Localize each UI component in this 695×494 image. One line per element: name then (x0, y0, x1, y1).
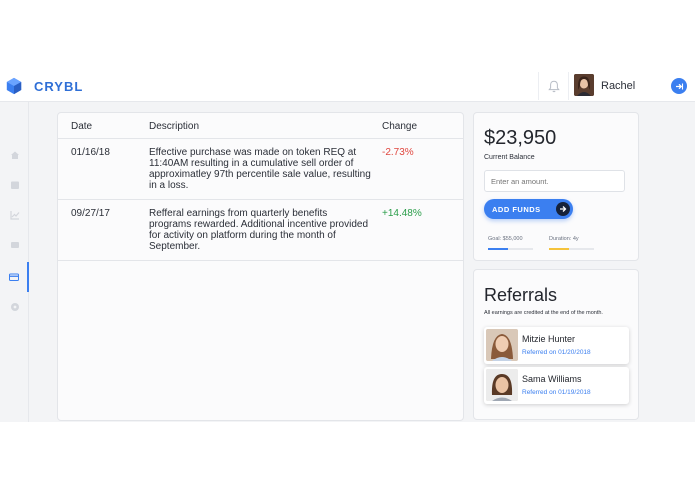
top-bar: CRYBL Rachel (0, 70, 695, 102)
duration-progress-bar (549, 248, 594, 250)
referrals-subtitle: All earnings are credited at the end of … (484, 310, 603, 316)
duration-label: Duration: 4y (549, 236, 579, 242)
referral-date: Referred on 01/19/2018 (522, 389, 591, 396)
sidebar-item-calendar[interactable] (0, 170, 29, 200)
logo-icon (6, 77, 22, 95)
app-window: CRYBL Rachel Date Description Change 01/… (0, 70, 695, 422)
message-icon (10, 242, 19, 248)
row-date: 01/16/18 (71, 147, 110, 158)
referrals-card: Referrals All earnings are credited at t… (473, 269, 639, 420)
bell-icon[interactable] (548, 80, 560, 93)
sidebar-item-wallet[interactable] (0, 262, 29, 292)
list-item[interactable]: Mitzie Hunter Referred on 01/20/2018 (484, 327, 629, 364)
sign-out-icon (675, 83, 683, 89)
app-name[interactable]: CRYBL (34, 79, 83, 94)
home-icon (10, 151, 19, 159)
sidebar-item-messages[interactable] (0, 230, 29, 260)
row-change: +14.48% (382, 208, 422, 219)
divider (568, 72, 569, 100)
globe-icon (10, 303, 19, 311)
row-description: Refferal earnings from quarterly benefit… (149, 208, 369, 252)
chart-icon (9, 211, 19, 220)
sidebar-item-globe[interactable] (0, 292, 29, 322)
list-item[interactable]: Sama Williams Referred on 01/19/2018 (484, 367, 629, 404)
row-change: -2.73% (382, 147, 414, 158)
balance-amount: $23,950 (484, 127, 557, 149)
referral-date: Referred on 01/20/2018 (522, 349, 591, 356)
divider (538, 72, 539, 100)
goal-progress-bar (488, 248, 533, 250)
credit-card-icon (8, 273, 19, 281)
avatar (486, 369, 518, 401)
table-row[interactable]: 09/27/17 Refferal earnings from quarterl… (58, 200, 463, 261)
referral-name: Sama Williams (522, 374, 582, 384)
avatar (486, 329, 518, 361)
row-date: 09/27/17 (71, 208, 110, 219)
arrow-right-icon (556, 202, 570, 216)
column-header-date: Date (71, 121, 93, 132)
column-header-change: Change (382, 121, 418, 132)
logout-button[interactable] (671, 78, 687, 94)
sidebar (0, 102, 29, 422)
referrals-title: Referrals (484, 285, 558, 305)
avatar[interactable] (574, 74, 594, 96)
row-description: Effective purchase was made on token REQ… (149, 147, 371, 191)
sidebar-item-stats[interactable] (0, 200, 29, 230)
amount-input[interactable] (484, 170, 625, 192)
table-row[interactable]: 01/16/18 Effective purchase was made on … (58, 139, 463, 200)
column-header-description: Description (149, 121, 200, 132)
referral-name: Mitzie Hunter (522, 334, 576, 344)
goal-label: Goal: $55,000 (488, 236, 523, 242)
goal-progress-fill (488, 248, 508, 250)
sidebar-item-home[interactable] (0, 140, 29, 170)
table-header: Date Description Change (58, 113, 463, 139)
user-name[interactable]: Rachel (601, 80, 635, 92)
balance-label: Current Balance (484, 154, 535, 161)
add-funds-button[interactable]: ADD FUNDS (484, 199, 573, 219)
add-funds-label: ADD FUNDS (492, 204, 541, 214)
transactions-table: Date Description Change 01/16/18 Effecti… (57, 112, 464, 421)
calendar-icon (10, 181, 19, 189)
balance-card: $23,950 Current Balance ADD FUNDS Goal: … (473, 112, 639, 261)
duration-progress-fill (549, 248, 570, 250)
